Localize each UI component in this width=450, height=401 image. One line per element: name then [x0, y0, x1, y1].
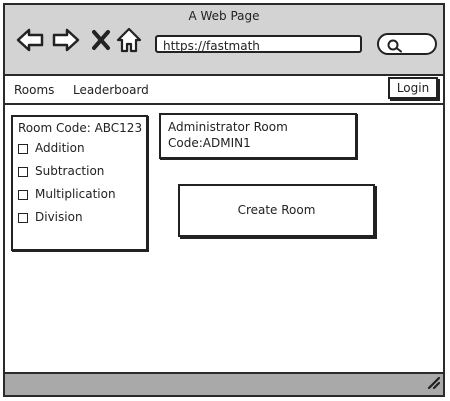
- room-settings-panel: Room Code: ABC123 Addition Subtraction M…: [11, 115, 148, 251]
- subtraction-checkbox[interactable]: [18, 166, 28, 177]
- address-bar[interactable]: https://fastmath: [155, 35, 362, 53]
- status-bar: [5, 372, 443, 395]
- division-label: Division: [35, 210, 83, 224]
- back-arrow-icon[interactable]: [15, 25, 45, 55]
- subtraction-label: Subtraction: [35, 164, 105, 178]
- admin-room-code: Code:ADMIN1: [168, 136, 251, 150]
- admin-room-title: Administrator Room: [168, 120, 288, 134]
- admin-room-panel: Administrator Room Code:ADMIN1: [159, 113, 357, 159]
- addition-checkbox[interactable]: [18, 143, 28, 154]
- browser-window: A Web Page https://fastmath Rooms Leader…: [3, 3, 445, 397]
- room-code-label: Room Code: ABC123: [18, 121, 143, 135]
- operation-option-subtraction[interactable]: Subtraction: [18, 164, 104, 178]
- forward-arrow-icon[interactable]: [51, 25, 81, 55]
- close-icon[interactable]: [91, 25, 111, 55]
- window-title: A Web Page: [188, 9, 260, 23]
- operation-option-division[interactable]: Division: [18, 210, 83, 224]
- search-box[interactable]: [377, 33, 437, 55]
- operation-option-multiplication[interactable]: Multiplication: [18, 187, 116, 201]
- resize-grip-icon[interactable]: [426, 374, 441, 393]
- search-icon: [387, 38, 403, 57]
- addition-label: Addition: [35, 141, 85, 155]
- home-icon[interactable]: [116, 25, 142, 55]
- create-room-button[interactable]: Create Room: [178, 184, 375, 237]
- menu-item-rooms[interactable]: Rooms: [14, 83, 54, 97]
- login-button[interactable]: Login: [388, 77, 438, 99]
- menu-item-leaderboard[interactable]: Leaderboard: [73, 83, 149, 97]
- multiplication-label: Multiplication: [35, 187, 116, 201]
- multiplication-checkbox[interactable]: [18, 189, 28, 200]
- division-checkbox[interactable]: [18, 212, 28, 223]
- browser-titlebar: A Web Page https://fastmath: [5, 5, 443, 76]
- operation-option-addition[interactable]: Addition: [18, 141, 85, 155]
- menu-bar: Rooms Leaderboard Login: [5, 76, 443, 105]
